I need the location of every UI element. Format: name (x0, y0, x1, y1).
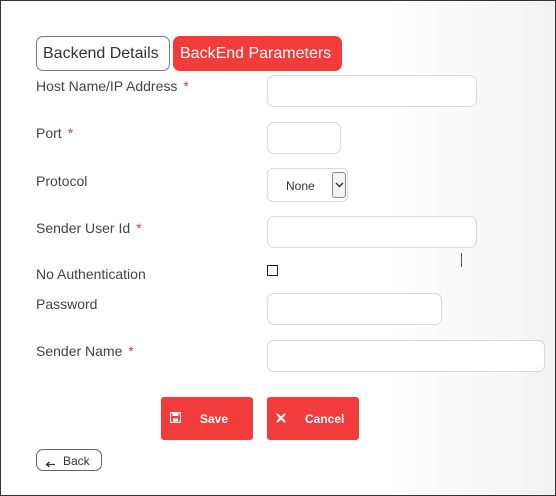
save-icon (169, 411, 182, 426)
cancel-button-label: Cancel (305, 412, 345, 426)
protocol-label-text: Protocol (36, 173, 88, 189)
back-button-label: Back (63, 454, 90, 468)
save-button[interactable]: Save (161, 397, 253, 440)
password-label: Password (36, 296, 97, 312)
required-marker: * (128, 343, 134, 359)
required-marker: * (136, 220, 142, 236)
tab-backend-parameters[interactable]: BackEnd Parameters (173, 36, 342, 71)
protocol-select-value: None (286, 179, 315, 193)
close-icon (276, 412, 286, 426)
sender-name-label: Sender Name * (36, 343, 134, 359)
tab-backend-details[interactable]: Backend Details (36, 36, 170, 71)
port-label-text: Port (36, 125, 62, 141)
port-input[interactable] (267, 122, 341, 154)
sender-user-id-input[interactable] (267, 216, 477, 248)
password-input[interactable] (267, 293, 442, 325)
sender-name-label-text: Sender Name (36, 343, 123, 359)
arrow-left-icon (45, 457, 56, 471)
protocol-label: Protocol (36, 173, 87, 189)
chevron-down-icon[interactable] (332, 172, 346, 198)
save-button-label: Save (200, 412, 229, 426)
no-auth-label-text: No Authentication (36, 266, 146, 282)
no-auth-label: No Authentication (36, 266, 146, 282)
sender-name-input[interactable] (267, 340, 545, 372)
sender-user-id-label-text: Sender User Id (36, 220, 131, 236)
port-label: Port * (36, 125, 73, 141)
host-label: Host Name/IP Address * (36, 78, 189, 94)
sender-user-id-label: Sender User Id * (36, 220, 142, 236)
host-label-text: Host Name/IP Address (36, 78, 178, 94)
protocol-select[interactable]: None (267, 168, 348, 202)
back-button[interactable]: Back (36, 449, 102, 471)
password-label-text: Password (36, 296, 98, 312)
form-panel: Backend Details BackEnd Parameters Host … (0, 0, 556, 496)
required-marker: * (67, 125, 74, 141)
required-marker: * (183, 78, 189, 94)
no-auth-checkbox[interactable] (267, 265, 278, 276)
cancel-button[interactable]: Cancel (267, 397, 359, 440)
host-input[interactable] (267, 75, 477, 107)
resize-handle (461, 253, 462, 267)
